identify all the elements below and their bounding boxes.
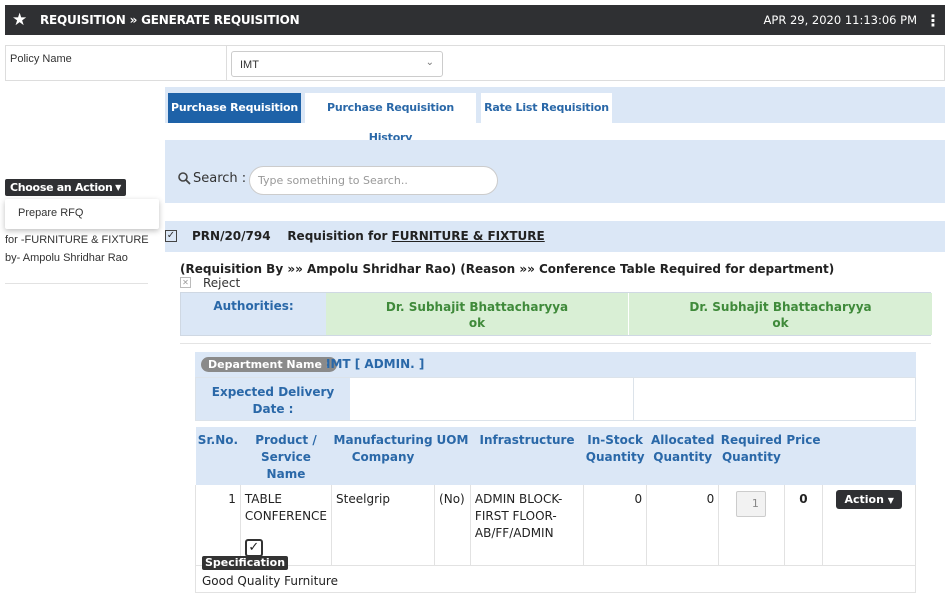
column-header: UOM [434,427,471,485]
action-button[interactable]: Action ▼ [836,490,902,509]
column-header: Allocated Quantity [646,427,719,485]
product-name: TABLE CONFERENCE [244,492,328,523]
menu-item-prepare-rfq[interactable]: Prepare RFQ [18,207,83,219]
search-icon [178,172,191,188]
required-quantity-input[interactable]: 1 [736,491,767,517]
requisition-header: ✓ PRN/20/794 Requisition for FURNITURE &… [165,221,945,252]
specification-row: Specification Good Quality Furniture [195,551,916,593]
search-input[interactable]: Type something to Search.. [249,166,498,195]
kebab-menu-icon[interactable]: ⋮ [925,11,941,30]
policy-select[interactable]: IMT ⌄ [231,51,443,77]
title-prefix: Requisition for [287,229,388,243]
column-header: Required Quantity [718,427,785,485]
breadcrumb: REQUISITION » GENERATE REQUISITION [40,13,300,27]
authority-cell: Dr. Subhajit Bhattacharyya ok [629,293,932,335]
column-header: Manufacturing Company [331,427,435,485]
authority-cell: Dr. Subhajit Bhattacharyya ok [326,293,628,335]
expected-delivery-row: Expected Delivery Date : [195,377,916,421]
reject-label: Reject [203,276,241,290]
divider [226,46,227,80]
tab-bar: Purchase Requisition Purchase Requisitio… [165,87,945,144]
reject-checkbox-icon[interactable]: ✕ [180,277,191,288]
title-target: FURNITURE & FIXTURE [391,229,545,243]
column-header: Product / Service Name [240,427,332,485]
star-icon[interactable]: ★ [12,5,34,35]
department-row: Department Name : IMT [ ADMIN. ] [195,352,916,377]
authority-name: Dr. Subhajit Bhattacharyya [385,300,569,314]
search-bar: Search : Type something to Search.. [165,140,945,203]
column-header: Infrastructure [470,427,584,485]
tab-purchase-requisition[interactable]: Purchase Requisition [168,93,301,123]
select-checkbox[interactable]: ✓ [165,230,177,242]
authority-status: ok [772,316,789,330]
policy-row: Policy Name IMT ⌄ [5,45,945,81]
column-header [822,427,916,485]
expected-delivery-label: Expected Delivery Date : [196,378,350,420]
policy-name-label: Policy Name [10,53,72,65]
table-header-row: Sr.No. Product / Service Name Manufactur… [195,427,916,485]
caret-down-icon: ▼ [115,183,121,192]
chevron-down-icon: ⌄ [425,57,434,68]
column-header: Sr.No. [195,427,241,485]
search-label: Search : [193,171,247,186]
date-time: APR 29, 2020 11:13:06 PM [763,13,917,27]
requisition-title: PRN/20/794 Requisition for FURNITURE & F… [192,229,545,243]
tab-rate-list-requisition[interactable]: Rate List Requisition [481,93,612,123]
column-header: In-Stock Quantity [583,427,647,485]
sidebar-by-line: by- Ampolu Shridhar Rao [5,252,128,264]
prn-number: PRN/20/794 [192,229,271,243]
requisition-info: (Requisition By »» Ampolu Shridhar Rao) … [180,262,835,276]
divider [5,283,148,284]
department-label: Department Name : [201,357,338,372]
specification-value: Good Quality Furniture [202,574,338,588]
specification-label: Specification [202,556,289,570]
authority-status: ok [468,316,486,330]
action-menu: Prepare RFQ [5,199,159,229]
column-header: Price [784,427,823,485]
tab-purchase-requisition-history[interactable]: Purchase Requisition History [305,93,476,144]
action-label: Action [844,493,884,506]
divider [180,343,931,344]
sidebar-for-line: for -FURNITURE & FIXTURE [5,234,149,246]
divider [633,378,634,420]
policy-select-value: IMT [240,59,259,71]
authorities-row: Authorities: Dr. Subhajit Bhattacharyya … [180,292,932,336]
department-value: IMT [ ADMIN. ] [326,357,425,371]
choose-action-label: Choose an Action [10,181,113,194]
authorities-label: Authorities: [181,293,326,335]
choose-action-dropdown[interactable]: Choose an Action ▼ [5,179,126,196]
top-bar: ★ REQUISITION » GENERATE REQUISITION APR… [5,5,945,35]
caret-down-icon: ▼ [887,496,894,505]
items-table: Sr.No. Product / Service Name Manufactur… [195,427,916,566]
authority-name: Dr. Subhajit Bhattacharyya [689,300,872,314]
